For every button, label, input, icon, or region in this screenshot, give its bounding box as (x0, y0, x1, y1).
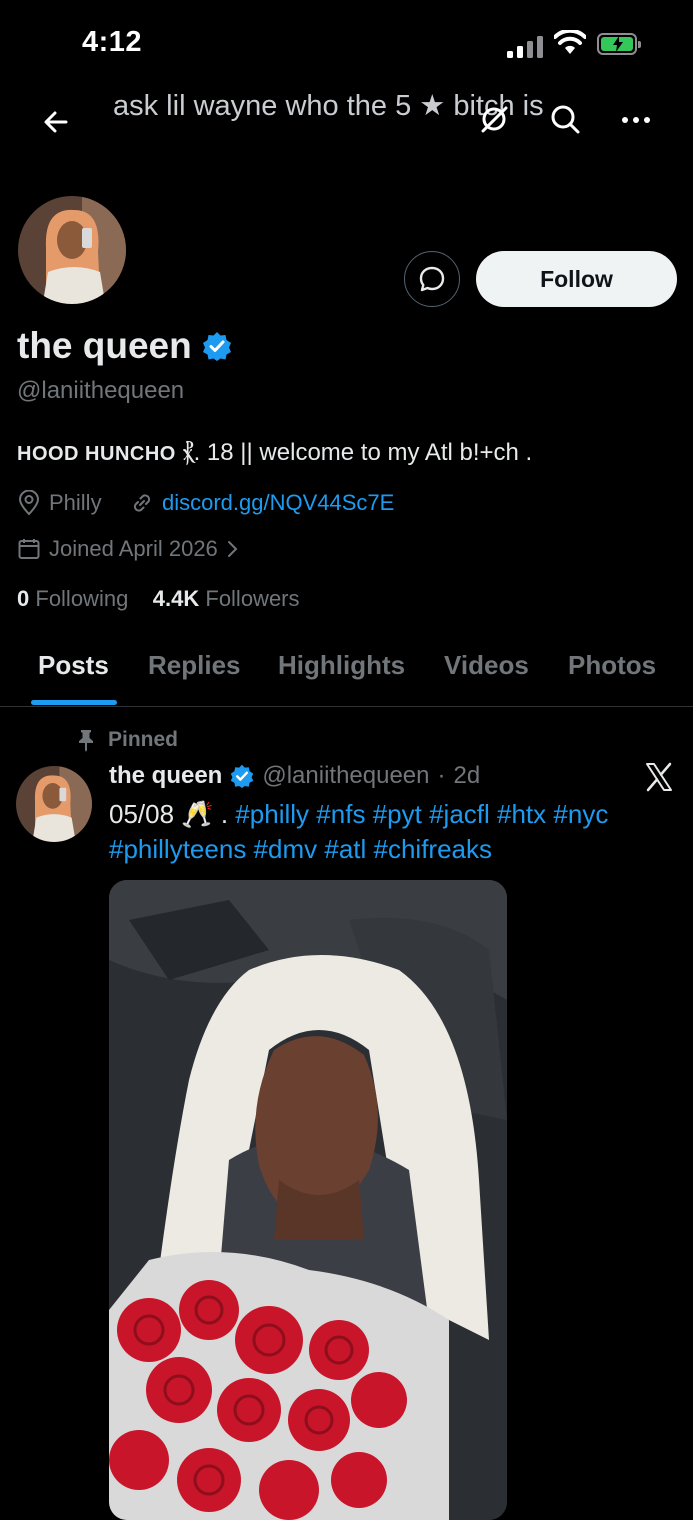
post-author-handle[interactable]: @laniithequeen (262, 762, 429, 790)
tab-videos[interactable]: Videos (444, 650, 529, 681)
followers-stat[interactable]: 4.4K Followers (153, 586, 300, 611)
profile-name-row: the queen (17, 325, 232, 367)
following-label: Following (35, 586, 129, 611)
link-icon (133, 494, 151, 512)
post-header: the queen @laniithequeen · 2d (109, 762, 480, 790)
message-button[interactable] (404, 251, 460, 307)
back-arrow-icon[interactable] (42, 108, 70, 136)
profile-bio: HOOD HUNCHO ⳩. 18 || welcome to my Atl b… (17, 439, 532, 467)
more-icon[interactable] (621, 116, 651, 124)
location-text: Philly (49, 490, 102, 515)
hashtag-link[interactable]: #pyt (373, 799, 422, 829)
post-author-avatar[interactable] (16, 766, 92, 842)
profile-avatar[interactable] (16, 194, 128, 306)
hashtag-link[interactable]: #dmv (254, 834, 318, 864)
follow-button[interactable]: Follow (476, 251, 677, 307)
battery-icon (597, 33, 641, 55)
hashtag-link[interactable]: #atl (324, 834, 366, 864)
bio-glyph: ⳩ (182, 439, 194, 466)
bio-text: . 18 || welcome to my Atl b!+ch . (193, 439, 533, 466)
following-stat[interactable]: 0 Following (17, 586, 128, 611)
wifi-icon (554, 30, 586, 54)
verified-badge-icon (202, 332, 231, 361)
pinned-label-row: Pinned (76, 728, 178, 752)
message-icon (419, 266, 445, 292)
profile-stats: 0 Following 4.4K Followers (17, 586, 300, 612)
search-icon[interactable] (550, 104, 580, 134)
post-media[interactable] (109, 880, 507, 1520)
calendar-icon (18, 539, 40, 559)
profile-handle: @laniithequeen (17, 377, 185, 404)
website-link[interactable]: discord.gg/NQV44Sc7E (162, 490, 394, 516)
followers-label: Followers (205, 586, 300, 611)
verified-badge-icon (231, 764, 254, 788)
post-author-name[interactable]: the queen (109, 762, 222, 790)
hashtag-link[interactable]: #chifreaks (374, 834, 493, 864)
display-name: the queen (17, 325, 192, 366)
tab-photos[interactable]: Photos (568, 650, 656, 681)
status-time: 4:12 (82, 26, 143, 58)
active-tab-indicator (31, 700, 117, 705)
post-separator: · (437, 762, 446, 789)
tab-highlights[interactable]: Highlights (278, 650, 405, 681)
hashtag-link[interactable]: #htx (497, 799, 546, 829)
hashtag-link[interactable]: #nyc (553, 799, 608, 829)
profile-location: Philly (17, 490, 102, 516)
profile-tabs: Posts Replies Highlights Videos Photos (0, 640, 693, 707)
pinned-label: Pinned (108, 728, 179, 751)
post-text-prefix: 05/08 🥂 . (109, 799, 229, 829)
x-logo-icon (646, 762, 672, 792)
following-count: 0 (17, 586, 30, 611)
profile-joined[interactable]: Joined April 2026 (17, 536, 240, 562)
grok-icon[interactable] (479, 104, 509, 134)
pin-icon (79, 730, 93, 752)
hashtag-link[interactable]: #nfs (316, 799, 365, 829)
followers-count: 4.4K (152, 586, 200, 611)
tab-replies[interactable]: Replies (148, 650, 241, 681)
hashtag-link[interactable]: #phillyteens (109, 834, 246, 864)
bio-caps: HOOD HUNCHO (17, 443, 176, 465)
post-text: 05/08 🥂 . #philly #nfs #pyt #jacfl #htx … (109, 797, 669, 867)
tab-posts[interactable]: Posts (38, 650, 109, 681)
hashtag-link[interactable]: #jacfl (429, 799, 490, 829)
profile-website[interactable]: discord.gg/NQV44Sc7E (130, 490, 394, 516)
cellular-signal-icon (507, 34, 543, 58)
post-age: 2d (453, 762, 481, 789)
hashtag-link[interactable]: #philly (235, 799, 309, 829)
location-icon (18, 490, 40, 516)
chevron-right-icon (227, 541, 238, 557)
joined-text: Joined April 2026 (49, 536, 218, 561)
